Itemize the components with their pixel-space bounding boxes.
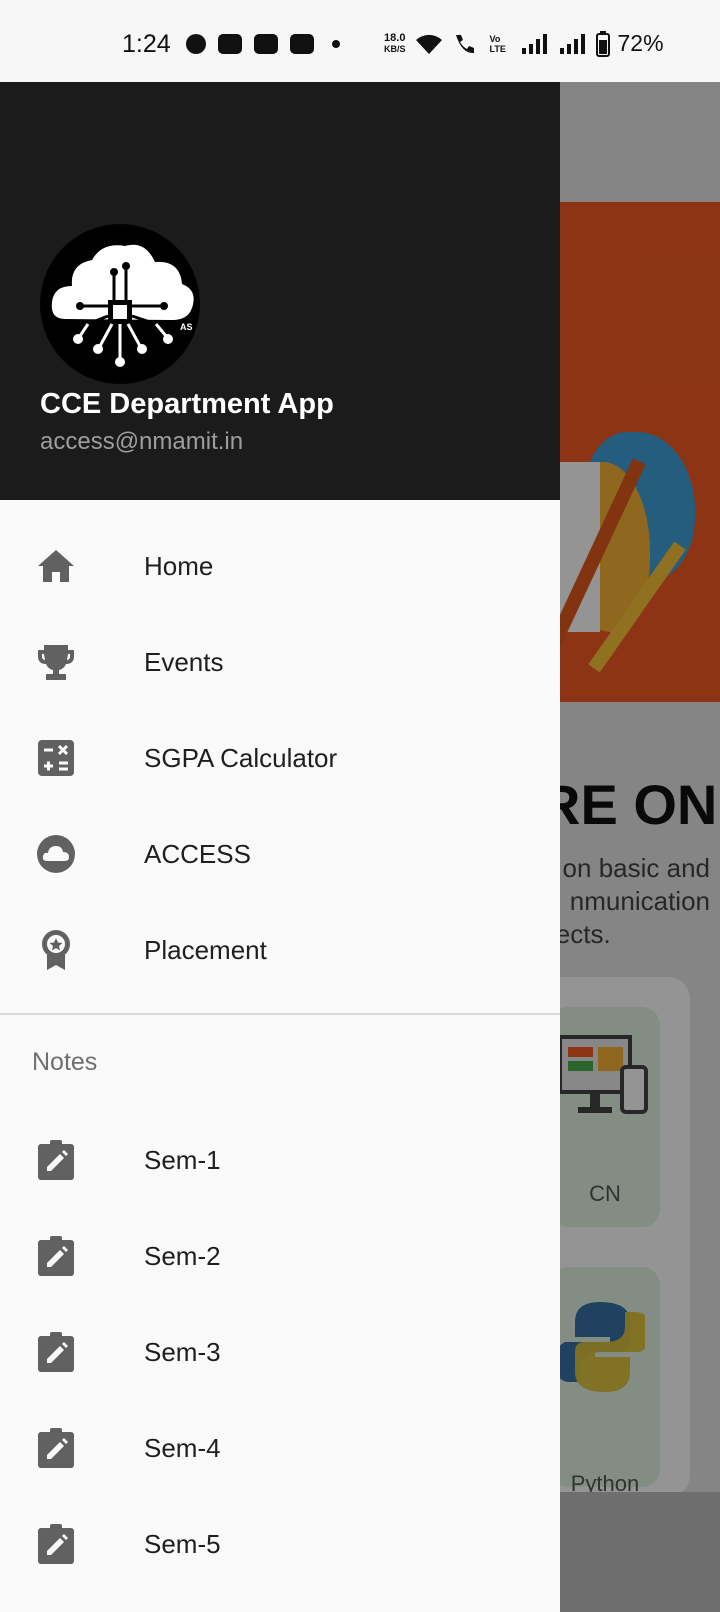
youtube-icon [290, 34, 314, 54]
nav-item-sem-1[interactable]: Sem-1 [0, 1112, 560, 1208]
nav-item-sem-3[interactable]: Sem-3 [0, 1304, 560, 1400]
clipboard-edit-icon [34, 1426, 78, 1470]
nav-label: Placement [144, 934, 267, 965]
nav-label: Sem-1 [144, 1144, 221, 1175]
nav-item-sem-5[interactable]: Sem-5 [0, 1496, 560, 1592]
battery-icon [595, 30, 610, 57]
nav-item-sem-4[interactable]: Sem-4 [0, 1400, 560, 1496]
cloud-icon [34, 832, 78, 876]
clipboard-edit-icon [34, 1234, 78, 1278]
nav-label: Sem-3 [144, 1336, 221, 1367]
signal-icon [521, 33, 547, 54]
award-icon [34, 928, 78, 972]
nav-label: Sem-5 [144, 1528, 221, 1559]
chat-icon [186, 34, 206, 54]
volte-icon: Vo LTE [489, 33, 506, 54]
nav-item-placement[interactable]: Placement [0, 902, 560, 998]
clipboard-edit-icon [34, 1522, 78, 1566]
battery-percent: 72% [617, 30, 664, 56]
app-name: CCE Department App [40, 388, 334, 420]
discord-icon [218, 34, 242, 54]
app-logo: AS [40, 224, 200, 384]
logo-text: AS [180, 322, 193, 332]
clipboard-edit-icon [34, 1330, 78, 1374]
drawer-divider [0, 1013, 560, 1015]
signal-icon-2 [559, 33, 585, 54]
nav-label: ACCESS [144, 838, 251, 869]
drawer-header: AS CCE Department App access@nmamit.in [0, 82, 560, 500]
navigation-drawer: AS CCE Department App access@nmamit.in H… [0, 82, 560, 1612]
status-bar: 1:24 18.0 KB/S Vo LTE 72% [0, 0, 720, 82]
home-icon [34, 544, 78, 588]
network-speed: 18.0 KB/S [384, 31, 406, 54]
notification-icons [186, 34, 340, 54]
nav-label: SGPA Calculator [144, 742, 338, 773]
app-email: access@nmamit.in [40, 428, 244, 455]
status-time: 1:24 [122, 30, 171, 58]
wifi-calling-icon [455, 34, 474, 53]
nav-label: Sem-2 [144, 1240, 221, 1271]
nav-label: Sem-4 [144, 1432, 221, 1463]
nav-item-home[interactable]: Home [0, 518, 560, 614]
nav-item-sgpa-calculator[interactable]: SGPA Calculator [0, 710, 560, 806]
more-notifications-dot [332, 40, 340, 48]
nav-label: Events [144, 646, 224, 677]
game-icon [254, 34, 278, 54]
calculator-icon [34, 736, 78, 780]
nav-item-events[interactable]: Events [0, 614, 560, 710]
notes-section-title: Notes [32, 1048, 98, 1076]
wifi-icon [415, 34, 442, 54]
trophy-icon [34, 640, 78, 684]
cloud-circuit-logo-icon [51, 244, 194, 367]
nav-label: Home [144, 550, 214, 581]
nav-item-sem-2[interactable]: Sem-2 [0, 1208, 560, 1304]
clipboard-edit-icon [34, 1138, 78, 1182]
nav-item-access[interactable]: ACCESS [0, 806, 560, 902]
system-indicators: 18.0 KB/S Vo LTE 72% [384, 30, 664, 57]
